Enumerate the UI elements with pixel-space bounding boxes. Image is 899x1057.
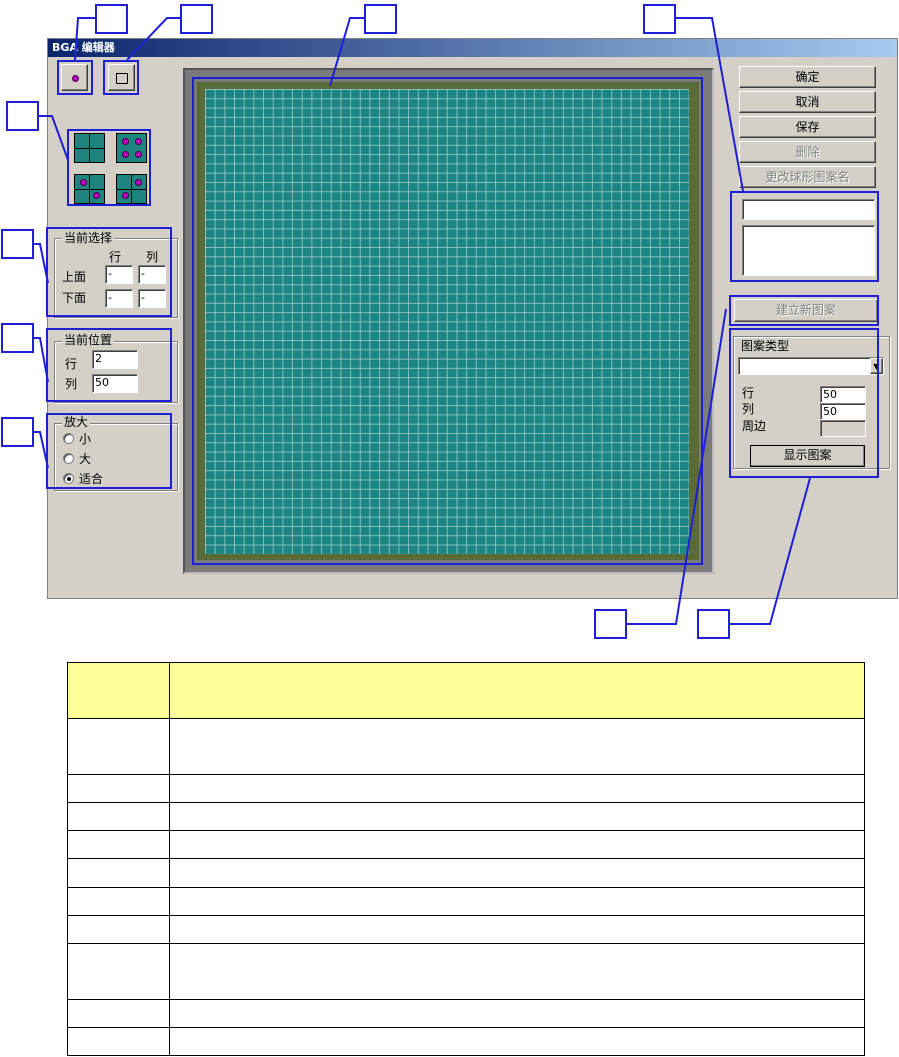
leader-line-10 (730, 477, 811, 625)
leader-line-9 (627, 308, 727, 625)
table-row (67, 802, 865, 831)
header-cell (169, 662, 865, 719)
table-row (67, 915, 865, 944)
leader-line-4 (676, 17, 744, 192)
table-row (67, 887, 865, 916)
table-row (67, 999, 865, 1028)
table-row (67, 943, 865, 1000)
table-row (67, 830, 865, 859)
leader-line-5 (39, 115, 69, 161)
table-row (67, 1027, 865, 1056)
leader-line-3 (329, 17, 364, 87)
leader-lines (34, 17, 811, 625)
table-row (67, 858, 865, 888)
table-header-row (67, 662, 865, 719)
table-row (67, 718, 865, 775)
leader-line-2 (126, 17, 180, 61)
leader-line-7 (34, 337, 49, 383)
header-cell (67, 662, 170, 719)
description-table (67, 662, 865, 1056)
leader-line-8 (34, 431, 49, 469)
leader-line-1 (74, 17, 95, 61)
leader-line-6 (34, 243, 49, 284)
table-row (67, 774, 865, 803)
